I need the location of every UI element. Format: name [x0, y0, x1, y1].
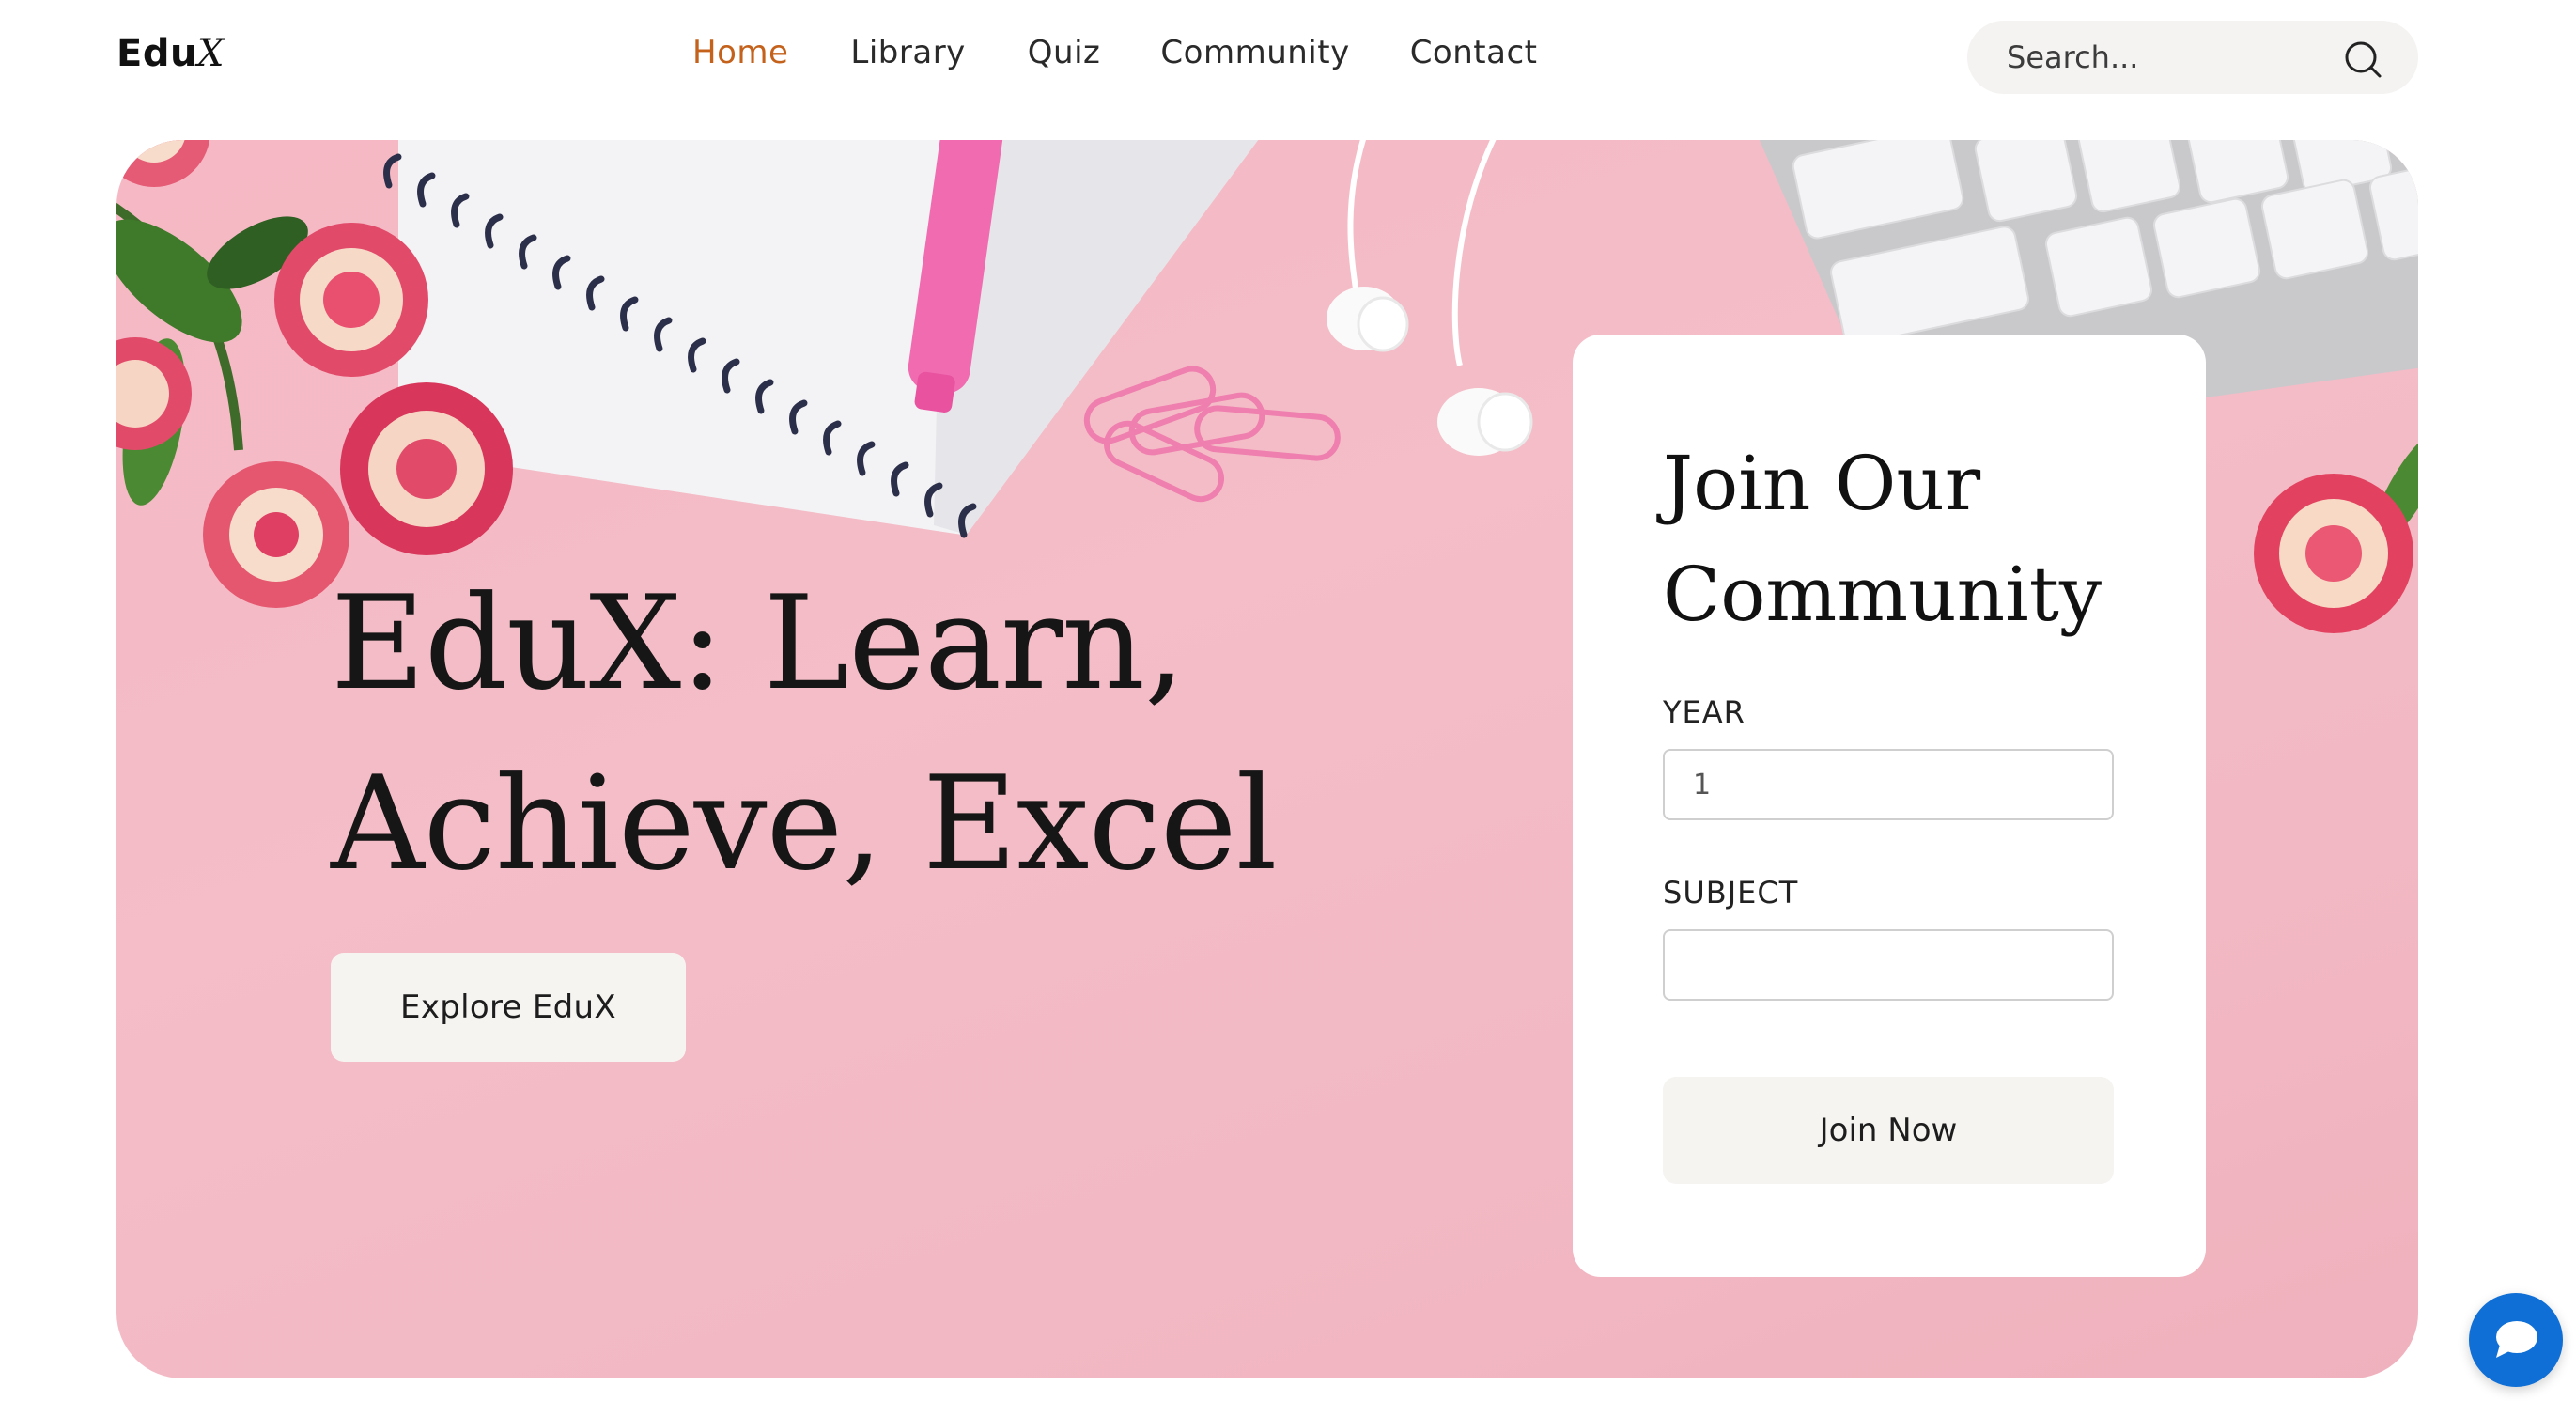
- nav-item-quiz[interactable]: Quiz: [1028, 34, 1101, 71]
- year-label: YEAR: [1663, 694, 1746, 730]
- site-logo[interactable]: EduX: [116, 32, 225, 75]
- year-input[interactable]: [1663, 749, 2114, 820]
- join-now-button[interactable]: Join Now: [1663, 1077, 2114, 1184]
- join-card-title: Join Our Community: [1663, 428, 2151, 650]
- rose-illustration-right: [2254, 429, 2418, 633]
- main-nav: Home Library Quiz Community Contact: [692, 34, 1537, 71]
- join-community-card: Join Our Community YEAR SUBJECT Join Now: [1573, 335, 2206, 1277]
- earphones-illustration: [1327, 140, 1533, 456]
- join-title-line-2: Community: [1663, 551, 2103, 638]
- explore-edux-button[interactable]: Explore EduX: [331, 953, 686, 1062]
- hero-title-line-2: Achieve, Excel: [331, 748, 1278, 899]
- hero-title: EduX: Learn, Achieve, Excel: [331, 553, 1458, 914]
- top-navigation-bar: EduX Home Library Quiz Community Contact: [0, 0, 2576, 133]
- search-box: [1967, 21, 2418, 94]
- paperclips-illustration: [1083, 366, 1341, 503]
- logo-text: Edu: [116, 32, 197, 75]
- hero-section: EduX: Learn, Achieve, Excel Explore EduX …: [116, 140, 2418, 1378]
- subject-input[interactable]: [1663, 929, 2114, 1001]
- subject-label: SUBJECT: [1663, 875, 1799, 911]
- chat-button[interactable]: [2469, 1293, 2563, 1387]
- search-icon[interactable]: [2343, 39, 2382, 79]
- nav-item-home[interactable]: Home: [692, 34, 788, 71]
- join-title-line-1: Join Our: [1663, 440, 1981, 527]
- chat-bubble-icon: [2492, 1318, 2539, 1365]
- nav-item-library[interactable]: Library: [850, 34, 965, 71]
- nav-item-community[interactable]: Community: [1160, 34, 1349, 71]
- search-input[interactable]: [2005, 32, 2324, 83]
- nav-item-contact[interactable]: Contact: [1410, 34, 1538, 71]
- logo-text-x: X: [196, 32, 225, 75]
- hero-title-line-1: EduX: Learn,: [331, 568, 1186, 719]
